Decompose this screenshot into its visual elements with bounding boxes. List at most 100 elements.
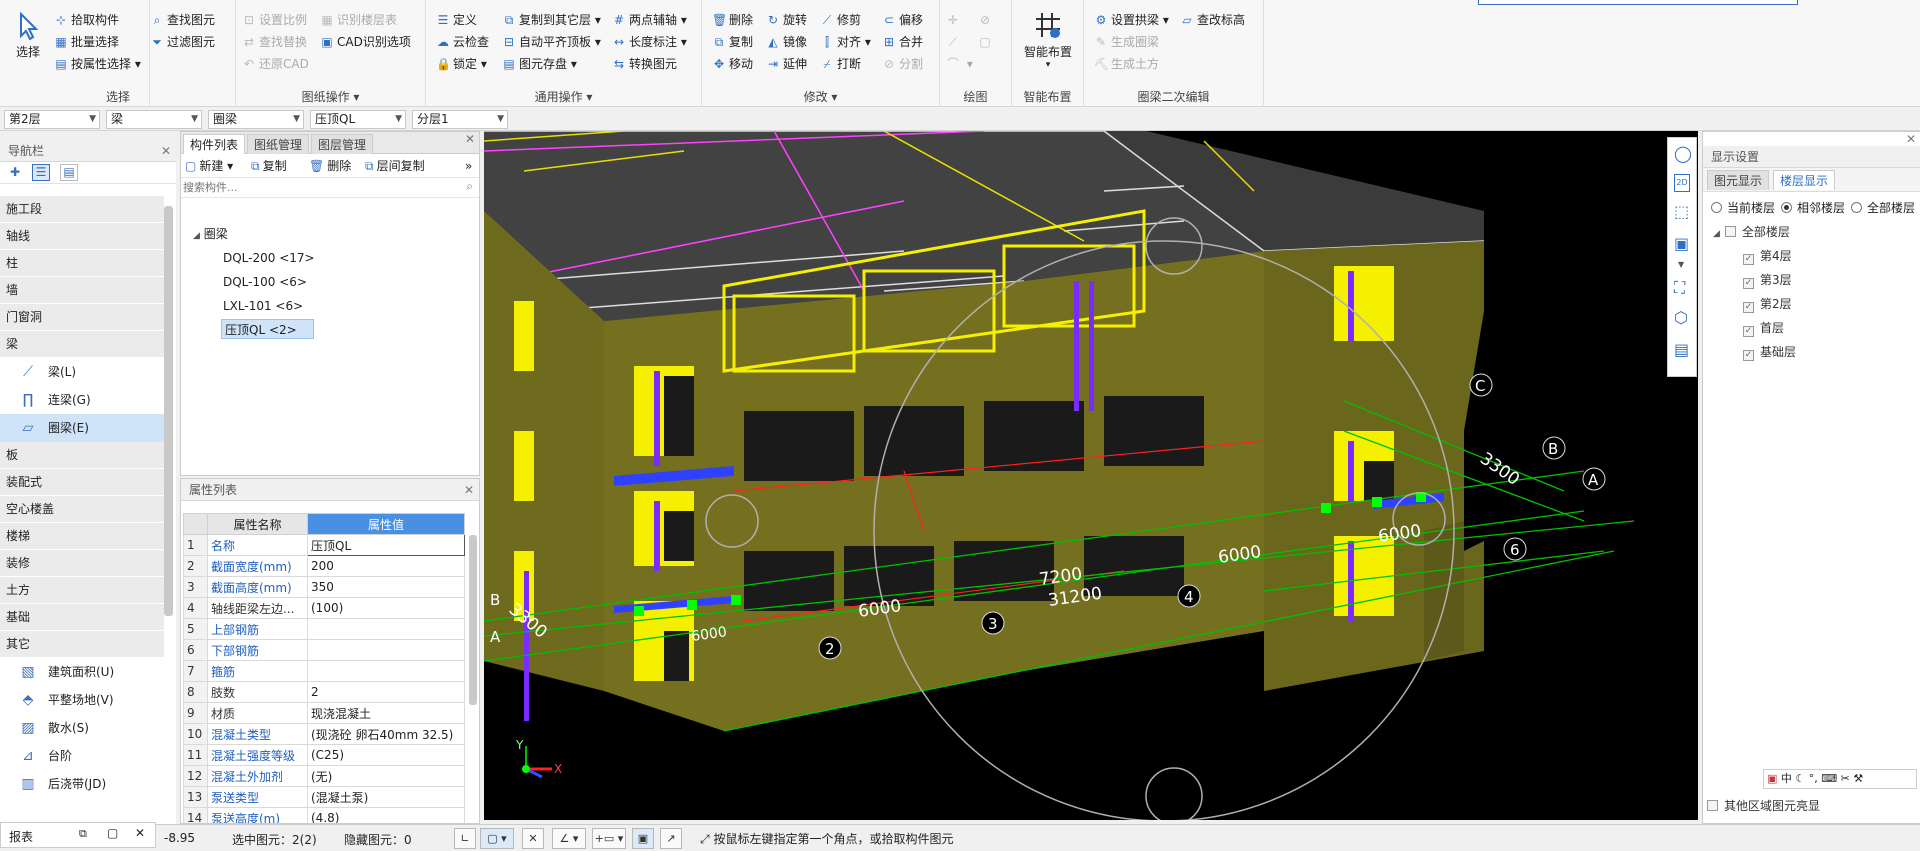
tab-element-display[interactable]: 图元显示 [1707,170,1770,190]
table-row[interactable]: 2 截面宽度(mm) 200 [183,555,465,577]
edit-elevation-button[interactable]: ▱ 查改标高 [1180,10,1245,30]
delete-component-button[interactable]: 🗑 删除 [309,154,351,178]
nav-category-12[interactable]: 基础 [0,604,164,631]
nav-item-beam-0[interactable]: ⟋ 梁(L) [0,358,164,386]
select-mode-icon[interactable]: ▣ [632,828,654,849]
table-row[interactable]: 4 轴线距梁左边... (100) [183,597,465,619]
merge-button[interactable]: ⊞ 合并 [882,32,923,52]
auto-align-slab-button[interactable]: ⊟ 自动平齐顶板 ▾ [502,32,601,52]
generate-ringbeam-button[interactable]: ✎ 生成圈梁 [1094,32,1159,52]
type-select[interactable]: 梁 ▼ [106,110,202,129]
table-row[interactable]: 8 肢数 2 [183,681,465,703]
table-row[interactable]: 6 下部钢筋 [183,639,465,661]
property-value[interactable] [307,618,465,640]
copy-component-button[interactable]: ⧉ 复制 [251,154,287,178]
draw-rotate-point-button[interactable]: ⊘ [978,10,995,30]
draw-path-icon[interactable]: ↗ [660,828,682,849]
chevron-down-icon[interactable]: ▼ [1678,260,1684,269]
property-value[interactable]: 压顶QL [307,534,465,556]
nav-item-other-1[interactable]: ⬘ 平整场地(V) [0,686,164,714]
new-button[interactable]: ▢ 新建 ▾ [185,154,233,178]
table-row[interactable]: 5 上部钢筋 [183,618,465,640]
properties-scrollbar[interactable] [469,535,477,705]
maximize-icon[interactable]: ▢ [107,826,118,840]
component-name-select[interactable]: 压顶QL ▼ [310,110,406,129]
component-search-input[interactable] [183,179,453,196]
subtype-select[interactable]: 圈梁 ▼ [208,110,304,129]
tab-component-list[interactable]: 构件列表 [183,134,246,154]
display-settings-icon[interactable]: ▤ [1674,340,1689,359]
delete-button[interactable]: 🗑 删除 [712,10,753,30]
lock-button[interactable]: 🔒 锁定 ▾ [436,54,487,74]
dynamic-input-icon[interactable]: +▭ ▾ [592,828,626,849]
close-icon[interactable]: ✕ [135,826,145,840]
nav-item-beam-1[interactable]: ∏ 连梁(G) [0,386,164,414]
3d-cube-icon[interactable]: ⬚ [1674,202,1689,221]
floor-checkbox-3[interactable]: ✓ 首层 [1743,316,1920,340]
tree-item-ydql[interactable]: 压顶QL <2> [221,319,314,339]
table-row[interactable]: 7 箍筋 [183,660,465,682]
table-row[interactable]: 9 材质 现浇混凝土 [183,702,465,724]
table-row[interactable]: 13 泵送类型 (混凝土泵) [183,786,465,808]
radio-adjacent-floor[interactable]: 相邻楼层 [1781,199,1845,216]
nav-category-6[interactable]: 板 [0,442,164,469]
table-row[interactable]: 3 截面高度(mm) 350 [183,576,465,598]
floor-root[interactable]: ◢ 全部楼层 [1713,220,1920,244]
floor-checkbox-1[interactable]: ✓ 第3层 [1743,268,1920,292]
tree-item-lxl101[interactable]: LXL-101 <6> [181,294,477,318]
nav-category-13[interactable]: 其它 [0,631,164,658]
property-value[interactable] [307,639,465,661]
snap-mode-icon[interactable]: ▢ ▾ [480,828,514,849]
nav-item-other-0[interactable]: ▧ 建筑面积(U) [0,658,164,686]
tree-item-dql100[interactable]: DQL-100 <6> [181,270,477,294]
nav-scrollbar[interactable] [164,206,173,616]
split-button[interactable]: ⊘ 分割 [882,54,923,74]
define-button[interactable]: ☰ 定义 [436,10,477,30]
nav-category-7[interactable]: 装配式 [0,469,164,496]
table-row[interactable]: 1 名称 压顶QL [183,534,465,556]
pick-component-button[interactable]: ⊹ 拾取构件 [54,10,119,30]
property-value[interactable]: (4.8) [307,807,465,823]
set-scale-button[interactable]: ⊡ 设置比例 [242,10,307,30]
generate-earthwork-button[interactable]: ⛏ 生成土方 [1094,54,1159,74]
property-value[interactable]: (C25) [307,744,465,766]
fit-view-icon[interactable]: ⛶ [1674,278,1685,298]
more-icon[interactable]: » [465,154,472,178]
nav-category-0[interactable]: 施工段 [0,196,164,223]
table-row[interactable]: 12 混凝土外加剂 (无) [183,765,465,787]
radio-all-floors[interactable]: 全部楼层 [1851,199,1915,216]
extend-button[interactable]: ⇥ 延伸 [766,54,807,74]
close-icon[interactable]: ✕ [161,140,171,162]
nav-category-5[interactable]: 梁 [0,331,164,358]
floor-copy-button[interactable]: ⧉ 层间复制 [365,154,425,178]
copy-button[interactable]: ⧉ 复制 [712,32,753,52]
list-view-icon[interactable]: ☰ [32,164,50,181]
property-value[interactable]: 现浇混凝土 [307,702,465,724]
layer-select[interactable]: 分层1 ▼ [412,110,508,129]
nav-item-other-2[interactable]: ▨ 散水(S) [0,714,164,742]
rotate-button[interactable]: ↻ 旋转 [766,10,807,30]
report-dock[interactable]: 报表 ⧉ ▢ ✕ [0,822,156,848]
nav-category-4[interactable]: 门窗洞 [0,304,164,331]
nav-category-1[interactable]: 轴线 [0,223,164,250]
property-value[interactable]: 200 [307,555,465,577]
batch-select-button[interactable]: ▦ 批量选择 [54,32,119,52]
nav-category-2[interactable]: 柱 [0,250,164,277]
two-point-aux-axis-button[interactable]: # 两点辅轴 ▾ [612,10,687,30]
floor-checkbox-0[interactable]: ✓ 第4层 [1743,244,1920,268]
nav-item-beam-2[interactable]: ▱ 圈梁(E) [0,414,164,442]
nav-category-8[interactable]: 空心楼盖 [0,496,164,523]
draw-line-button[interactable]: ⟋ [946,32,963,52]
2d-view-icon[interactable]: 2D [1674,174,1690,192]
iso-cube-icon[interactable]: ▣ [1674,234,1689,253]
table-row[interactable]: 10 混凝土类型 (现浇砼 卵石40mm 32.5) [183,723,465,745]
pin-icon[interactable]: ✚ [10,165,20,179]
select-button[interactable]: 选择 [10,11,46,60]
ime-toolbar[interactable]: ▣ 中 ☾ °, ⌨ ✂ ⚒ [1763,769,1917,789]
trim-button[interactable]: ⟋ 修剪 [820,10,861,30]
orbit-icon[interactable]: ◯ [1674,144,1692,163]
nav-category-9[interactable]: 楼梯 [0,523,164,550]
nav-category-10[interactable]: 装修 [0,550,164,577]
cloud-check-button[interactable]: ☁ 云检查 [436,32,489,52]
radio-current-floor[interactable]: 当前楼层 [1711,199,1775,216]
